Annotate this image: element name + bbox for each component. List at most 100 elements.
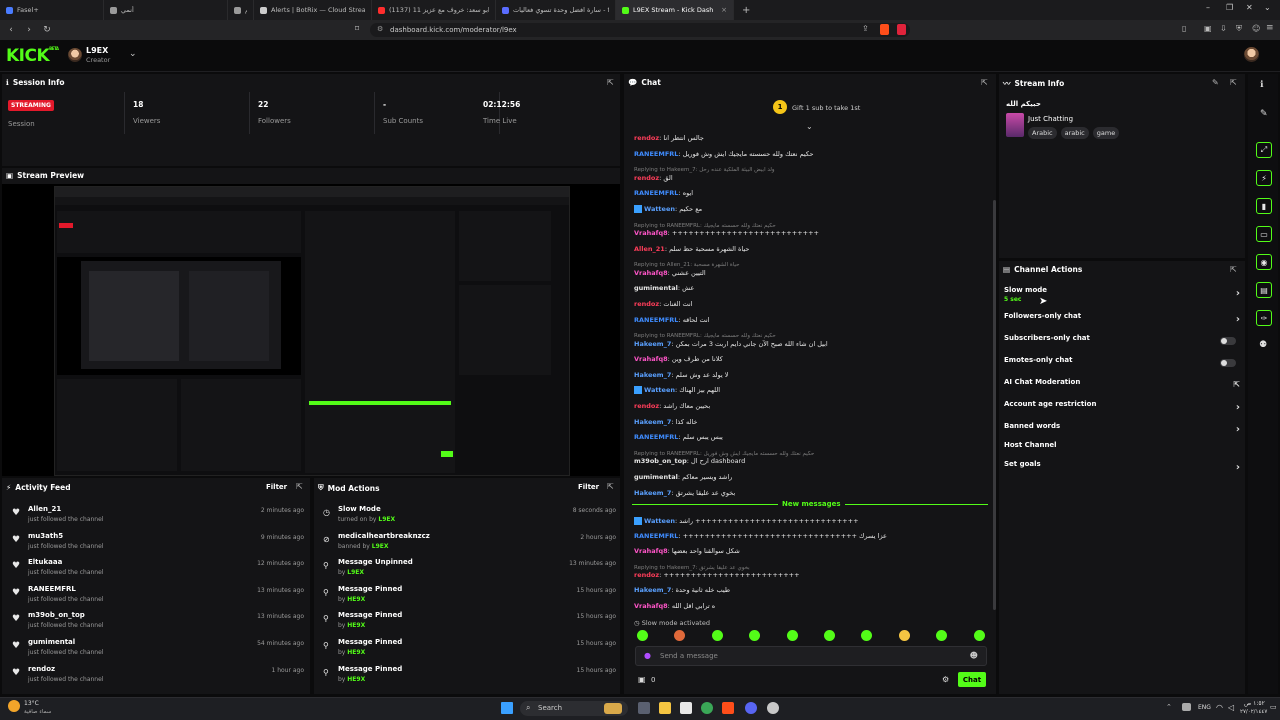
browser-tab[interactable]: (1137) ابو سعد: خروف مع عزيز 11# bbox=[372, 0, 496, 20]
emote-icon[interactable] bbox=[898, 630, 910, 641]
wifi-icon[interactable]: ◠ bbox=[1216, 703, 1223, 712]
activity-item[interactable]: ♥ gumimental just followed the channel 54 m… bbox=[2, 635, 310, 661]
people-icon[interactable]: ⚉ bbox=[1259, 340, 1267, 350]
bookmark-icon[interactable]: ⌑ bbox=[355, 24, 359, 33]
popout-session-icon[interactable]: ⇱ bbox=[607, 78, 614, 87]
channel-action-ai-chat-moderation[interactable]: AI Chat Moderation ⇱ bbox=[1004, 378, 1244, 398]
wrench-icon[interactable]: ✑ bbox=[1256, 310, 1272, 326]
menu-icon[interactable]: ≡ bbox=[1266, 23, 1274, 33]
activity-item[interactable]: ♥ RANEEMFRL just followed the channel 13 mi… bbox=[2, 582, 310, 608]
chat-message[interactable]: RANEEMFRL: ايوه bbox=[634, 189, 989, 197]
chat-message[interactable]: RANEEMFRL: انت لحاقه bbox=[634, 316, 989, 324]
chat-message[interactable]: Hakeem_7: خاله كذا bbox=[634, 418, 989, 426]
popout-channel-actions-icon[interactable]: ⇱ bbox=[1230, 265, 1237, 274]
comment-icon[interactable]: ▭ bbox=[1256, 226, 1272, 242]
share-icon[interactable]: ⇪ bbox=[862, 24, 869, 33]
chat-username[interactable]: gumimental bbox=[634, 473, 678, 481]
info-circle-icon[interactable]: ℹ bbox=[1260, 80, 1263, 90]
kick-logo[interactable]: KICKBETA bbox=[6, 46, 59, 66]
wallet-icon[interactable]: ▣ bbox=[1204, 24, 1212, 33]
save-icon[interactable]: ▤ bbox=[1256, 282, 1272, 298]
activity-item[interactable]: ♥ mu3ath5 just followed the channel 9 minut… bbox=[2, 529, 310, 555]
popout-activity-icon[interactable]: ⇱ bbox=[296, 482, 303, 491]
emoji-icon[interactable]: ☻ bbox=[970, 651, 978, 660]
downloads-icon[interactable]: ⇩ bbox=[1220, 24, 1227, 33]
stream-tag[interactable]: game bbox=[1092, 127, 1120, 139]
chat-username[interactable]: Allen_21 bbox=[634, 245, 665, 253]
chat-username[interactable]: rendoz bbox=[634, 571, 659, 579]
chat-message[interactable]: Watteen: راشد ++++++++++++++++++++++++++… bbox=[634, 517, 989, 525]
tray-chevron-icon[interactable]: ⌃ bbox=[1166, 703, 1172, 711]
chat-message[interactable]: rendoz: انت الغنات bbox=[634, 300, 989, 308]
chat-username[interactable]: Vrahafq8 bbox=[634, 602, 668, 610]
channel-action-emotes-only-chat[interactable]: Emotes-only chat bbox=[1004, 356, 1244, 376]
chat-username[interactable]: Hakeem_7 bbox=[634, 340, 671, 348]
gift-sub-text[interactable]: Gift 1 sub to take 1st bbox=[792, 104, 860, 112]
new-tab-button[interactable]: + bbox=[742, 5, 750, 16]
chat-username[interactable]: Vrahafq8 bbox=[634, 229, 668, 237]
chat-username[interactable]: rendoz bbox=[634, 300, 659, 308]
chat-username[interactable]: Hakeem_7 bbox=[634, 371, 671, 379]
chat-username[interactable]: Hakeem_7 bbox=[634, 586, 671, 594]
chat-message[interactable]: gumimental: عش bbox=[634, 284, 989, 292]
document-icon[interactable]: ▮ bbox=[1256, 198, 1272, 214]
browser-tab[interactable]: أنمي bbox=[104, 0, 228, 20]
chat-message[interactable]: Hakeem_7: بخوي عد عليقا يشرتق bbox=[634, 489, 989, 497]
chat-username[interactable]: Vrahafq8 bbox=[634, 547, 668, 555]
chat-username[interactable]: Hakeem_7 bbox=[634, 418, 671, 426]
chat-username[interactable]: RANEEMFRL bbox=[634, 433, 678, 441]
channel-action-subscribers-only-chat[interactable]: Subscribers-only chat bbox=[1004, 334, 1244, 354]
mic-icon[interactable]: ● bbox=[644, 651, 651, 660]
mod-action-item[interactable]: ⚲ Message Pinned by HE9X 15 hours ago bbox=[314, 608, 622, 634]
chat-username[interactable]: Watteen bbox=[644, 517, 675, 525]
language-indicator[interactable]: ENG bbox=[1198, 704, 1211, 711]
chat-message[interactable]: RANEEMFRL: +++++++++++++++++++++++++++++… bbox=[634, 532, 989, 540]
notifications-icon[interactable]: ▭ bbox=[1270, 703, 1277, 711]
browser-tab[interactable]: سارة افضل وحدة تسوي فعاليات - tion bbox=[496, 0, 616, 20]
emote-icon[interactable] bbox=[973, 630, 985, 641]
profile-avatar[interactable] bbox=[1244, 47, 1259, 62]
chat-message[interactable]: Allen_21: حياة الشهرة مسحبة حظ سلم bbox=[634, 245, 989, 253]
window-close-icon[interactable]: ✕ bbox=[1246, 3, 1253, 12]
task-view-icon[interactable] bbox=[638, 702, 650, 714]
activity-item[interactable]: ♥ Eltukaaa just followed the channel 12 min… bbox=[2, 555, 310, 581]
chat-username[interactable]: Vrahafq8 bbox=[634, 269, 668, 277]
chat-message[interactable]: RANEEMFRL: حكيم نعتك ولله حسسته مايجيك ا… bbox=[634, 150, 989, 158]
brave-shield-icon[interactable] bbox=[880, 24, 889, 35]
user-avatar[interactable] bbox=[68, 48, 82, 62]
pinned-expand-icon[interactable]: ⌄ bbox=[806, 122, 813, 131]
chat-message[interactable]: Watteen: مع حكيم bbox=[634, 204, 989, 213]
chat-message[interactable]: Vrahafq8: كلانا من طرف وين bbox=[634, 355, 989, 363]
file-explorer-icon[interactable] bbox=[659, 702, 671, 714]
popout-mod-icon[interactable]: ⇱ bbox=[607, 482, 614, 491]
channel-action-banned-words[interactable]: Banned words › bbox=[1004, 422, 1244, 442]
chat-message[interactable]: rendoz: +++++++++++++++++++++++++ bbox=[634, 571, 989, 579]
toggle-switch[interactable] bbox=[1220, 337, 1236, 345]
emote-icon[interactable] bbox=[711, 630, 723, 641]
sidebar-icon[interactable]: ▯ bbox=[1182, 24, 1186, 33]
back-icon[interactable]: ‹ bbox=[4, 23, 18, 37]
brave-icon[interactable] bbox=[722, 702, 734, 714]
stream-tag[interactable]: Arabic bbox=[1028, 127, 1057, 139]
chat-message[interactable]: Vrahafq8: شكل سوالقنا واحد بعضها bbox=[634, 547, 989, 555]
chrome-icon[interactable] bbox=[701, 702, 713, 714]
chat-message[interactable]: Hakeem_7: ابيل ان شاء الله صبح الآن جاني… bbox=[634, 340, 989, 348]
channel-action-host-channel[interactable]: Host Channel bbox=[1004, 441, 1244, 461]
activity-item[interactable]: ♥ rendoz just followed the channel 1 hour a… bbox=[2, 662, 310, 688]
chat-message[interactable]: m39ob_on_top: ارح ال dashboard bbox=[634, 457, 989, 465]
account-chevron-down-icon[interactable]: ⌄ bbox=[129, 49, 137, 59]
mod-filter-button[interactable]: Filter bbox=[578, 483, 599, 491]
browser-tab[interactable]: Fasel+ bbox=[0, 0, 104, 20]
tab-close-icon[interactable]: × bbox=[721, 6, 727, 14]
chat-send-button[interactable]: Chat bbox=[958, 672, 986, 687]
popout-stream-info-icon[interactable]: ⇱ bbox=[1230, 78, 1237, 87]
emote-icon[interactable] bbox=[786, 630, 798, 641]
chat-message[interactable]: Watteen: اللهم بيز الهناك bbox=[634, 386, 989, 395]
channel-action-set-goals[interactable]: Set goals › bbox=[1004, 460, 1244, 480]
chat-message[interactable]: rendoz: جالس انتظر انا bbox=[634, 134, 989, 142]
chat-username[interactable]: rendoz bbox=[634, 174, 659, 182]
points-icon[interactable]: ▣ bbox=[638, 675, 646, 684]
chat-username[interactable]: RANEEMFRL bbox=[634, 189, 678, 197]
emote-icon[interactable] bbox=[637, 630, 648, 641]
mod-action-item[interactable]: ⚲ Message Unpinned by L9EX 13 minutes ago bbox=[314, 555, 622, 581]
